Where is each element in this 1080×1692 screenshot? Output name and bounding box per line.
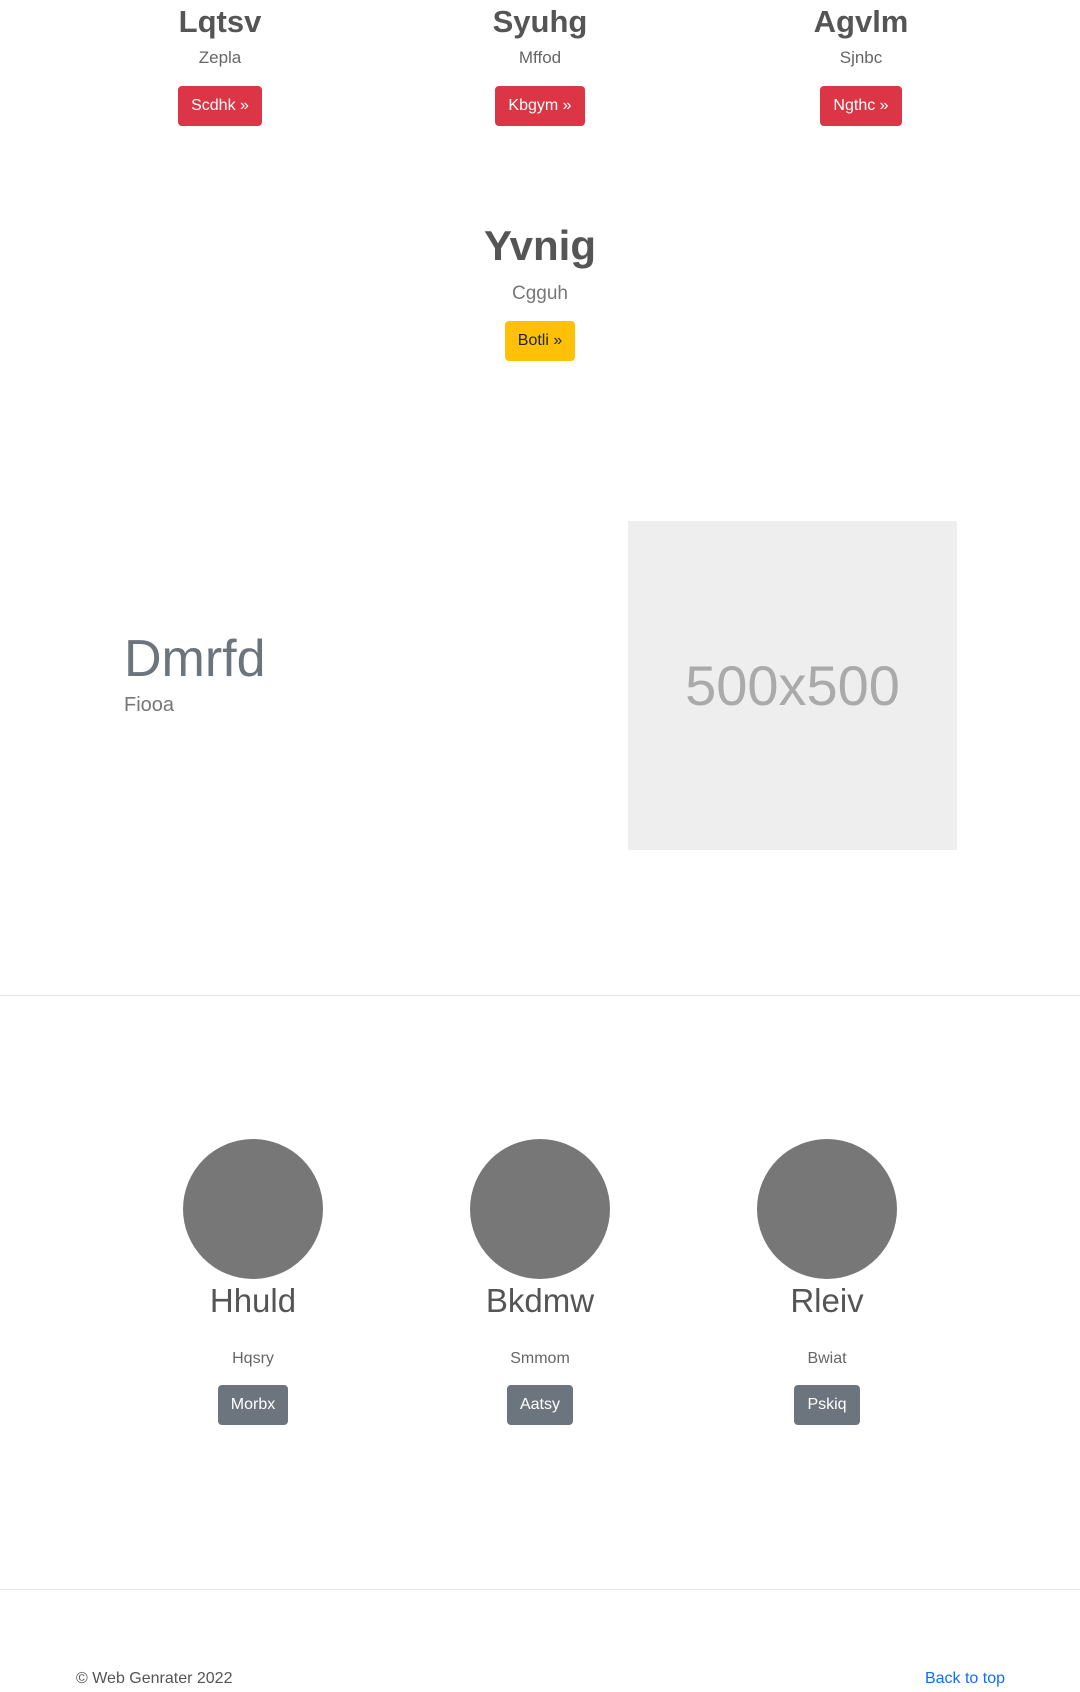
footer-copyright: © Web Genrater 2022	[76, 1670, 233, 1687]
back-to-top-link[interactable]: Back to top	[925, 1668, 1005, 1690]
feature-button-1[interactable]: Scdhk »	[178, 86, 262, 126]
feature-title: Agvlm	[813, 4, 909, 39]
placeholder-image-label: 500x500	[685, 654, 900, 717]
marketing-column-2: Bkdmw Smmom Aatsy	[420, 1139, 660, 1426]
marketing-column-3: Rleiv Bwiat Pskiq	[707, 1139, 947, 1426]
marketing-column-1: Hhuld Hqsry Morbx	[133, 1139, 373, 1426]
avatar-circle	[183, 1139, 323, 1279]
marketing-button-1[interactable]: Morbx	[217, 1385, 289, 1426]
avatar-circle	[757, 1139, 897, 1279]
featurette-heading: Dmrfd	[124, 630, 266, 688]
featurette-text: Dmrfd Fiooa	[124, 628, 266, 718]
featurette-lead: Fiooa	[124, 694, 175, 716]
feature-subtitle: Mffod	[518, 48, 562, 67]
feature-title: Lqtsv	[178, 4, 262, 39]
page: Lqtsv Zepla Scdhk » Syuhg Mffod Kbgym » …	[0, 0, 1080, 1692]
feature-subtitle: Zepla	[198, 48, 242, 67]
marketing-subtitle: Smmom	[510, 1350, 570, 1368]
feature-button-2[interactable]: Kbgym »	[495, 86, 585, 126]
avatar-circle	[470, 1139, 610, 1279]
divider	[0, 1589, 1080, 1590]
center-button[interactable]: Botli »	[504, 321, 576, 361]
center-subtitle: Cgguh	[512, 283, 568, 304]
marketing-button-2[interactable]: Aatsy	[506, 1385, 573, 1426]
marketing-button-3[interactable]: Pskiq	[794, 1385, 860, 1426]
placeholder-image: 500x500	[628, 521, 957, 850]
marketing-subtitle: Bwiat	[807, 1350, 847, 1368]
center-section: Yvnig Cgguh Botli »	[0, 218, 1080, 361]
marketing-title: Hhuld	[209, 1282, 297, 1319]
marketing-subtitle: Hqsry	[232, 1350, 274, 1368]
divider	[0, 995, 1080, 996]
marketing-title: Rleiv	[790, 1282, 864, 1319]
center-title: Yvnig	[483, 222, 597, 269]
feature-title: Syuhg	[492, 4, 588, 39]
feature-subtitle: Sjnbc	[839, 48, 883, 67]
marketing-title: Bkdmw	[485, 1282, 595, 1319]
feature-button-3[interactable]: Ngthc »	[820, 86, 902, 126]
